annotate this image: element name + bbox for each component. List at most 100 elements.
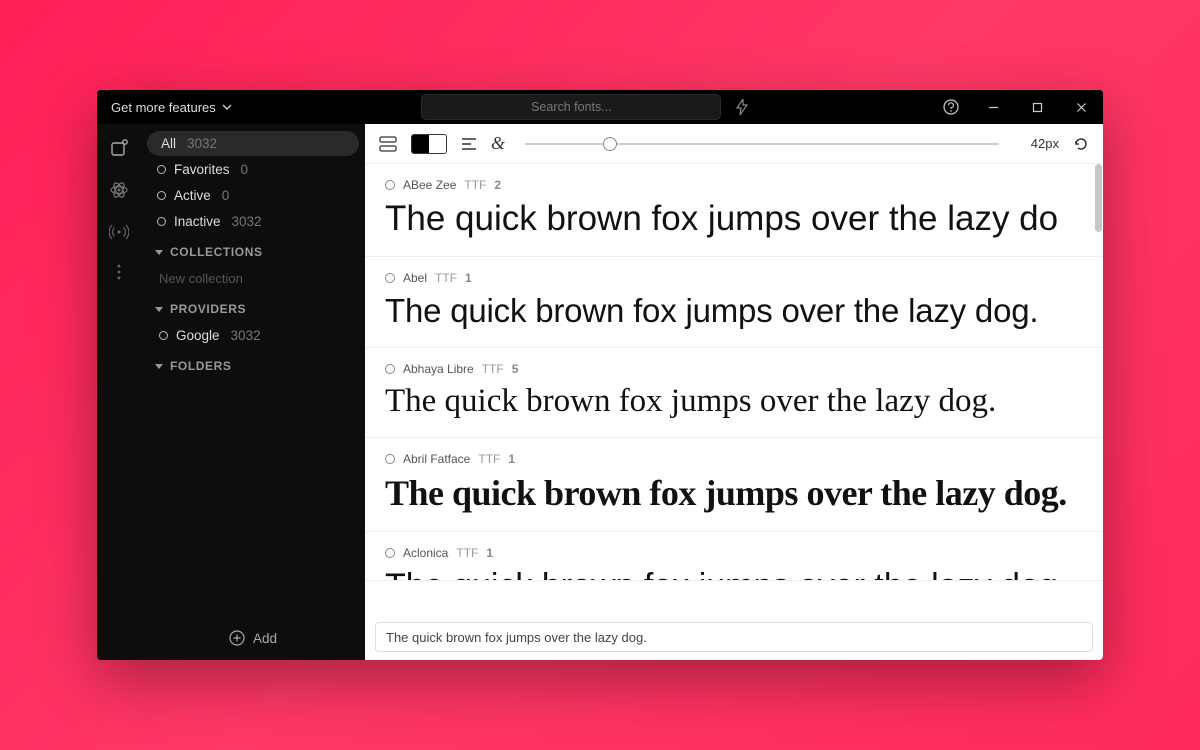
- minimize-button[interactable]: [971, 90, 1015, 124]
- scrollbar[interactable]: [1094, 164, 1103, 660]
- close-icon: [1076, 102, 1087, 113]
- section-label: FOLDERS: [170, 359, 232, 373]
- favorite-toggle[interactable]: [385, 364, 395, 374]
- maximize-button[interactable]: [1015, 90, 1059, 124]
- filter-count: 3032: [187, 136, 217, 151]
- favorite-toggle[interactable]: [385, 273, 395, 283]
- font-row[interactable]: Abril Fatface TTF 1 The quick brown fox jum…: [365, 438, 1103, 532]
- size-slider[interactable]: [519, 143, 1005, 145]
- font-meta: Abel TTF 1: [385, 271, 1083, 285]
- main-panel: & 42px ABee ZeeTTF2The quick brown fox j…: [365, 124, 1103, 660]
- circle-icon: [157, 217, 166, 226]
- font-name: ABee Zee: [403, 178, 456, 192]
- get-more-features-button[interactable]: Get more features: [97, 90, 246, 124]
- broadcast-icon: [109, 222, 129, 242]
- circle-icon: [157, 165, 166, 174]
- sidebar-filter-active[interactable]: Active 0: [147, 183, 359, 208]
- filter-label: Active: [174, 188, 211, 203]
- favorite-toggle[interactable]: [385, 454, 395, 464]
- theme-swatch-icon: [411, 134, 447, 154]
- font-name: Abel: [403, 271, 427, 285]
- sidebar-filter-all[interactable]: All 3032: [147, 131, 359, 156]
- font-type: TTF: [435, 271, 457, 285]
- layout-toggle-button[interactable]: [379, 136, 397, 152]
- font-sample: The quick brown fox jumps over the lazy …: [385, 472, 1083, 515]
- rail-radar-button[interactable]: [109, 222, 129, 242]
- font-name: Abril Fatface: [403, 452, 470, 466]
- provider-google[interactable]: Google3032: [141, 322, 365, 349]
- new-collection-button[interactable]: New collection: [141, 265, 365, 292]
- filter-count: 0: [222, 188, 230, 203]
- help-button[interactable]: [931, 99, 971, 115]
- font-name: Abhaya Libre: [403, 362, 474, 376]
- font-style-count: 5: [512, 362, 519, 376]
- font-row[interactable]: Abhaya Libre TTF 5 The quick brown fox jump…: [365, 348, 1103, 439]
- font-type: TTF: [464, 178, 486, 192]
- filter-label: All: [161, 136, 176, 151]
- font-type: TTF: [456, 546, 478, 560]
- section-collections[interactable]: COLLECTIONS: [141, 235, 365, 265]
- preview-toolbar: & 42px: [365, 124, 1103, 164]
- filter-count: 3032: [232, 214, 262, 229]
- sample-text-input[interactable]: The quick brown fox jumps over the lazy …: [375, 622, 1093, 652]
- circle-icon: [157, 191, 166, 200]
- favorite-toggle[interactable]: [385, 548, 395, 558]
- align-button[interactable]: [461, 137, 477, 151]
- font-row[interactable]: AclonicaTTF1The quick brown fox jumps ov…: [365, 532, 1103, 581]
- font-row[interactable]: Abel TTF 1 The quick brown fox jumps over t…: [365, 257, 1103, 348]
- circle-icon: [159, 331, 168, 340]
- app-body: All 3032 Favorites 0 Active 0 Inactive3032 COL…: [97, 124, 1103, 660]
- font-sample: The quick brown fox jumps over the lazy …: [385, 291, 1083, 331]
- sidebar: All 3032 Favorites 0 Active 0 Inactive3032 COL…: [141, 124, 365, 660]
- section-label: COLLECTIONS: [170, 245, 263, 259]
- close-button[interactable]: [1059, 90, 1103, 124]
- provider-count: 3032: [231, 328, 261, 343]
- font-sample: The quick brown fox jumps over the lazy …: [385, 566, 1083, 580]
- reset-button[interactable]: [1073, 136, 1089, 152]
- app-window: Get more features Search fonts...: [97, 90, 1103, 660]
- filter-label: Favorites: [174, 162, 230, 177]
- font-name: Aclonica: [403, 546, 448, 560]
- undo-icon: [1073, 136, 1089, 152]
- sidebar-filter-favorites[interactable]: Favorites 0: [147, 157, 359, 182]
- font-type: TTF: [478, 452, 500, 466]
- section-label: PROVIDERS: [170, 302, 246, 316]
- font-sample: The quick brown fox jumps over the lazy …: [385, 382, 1083, 422]
- chevron-down-icon: [222, 104, 232, 110]
- plus-circle-icon: [229, 630, 245, 646]
- scrollbar-thumb[interactable]: [1095, 164, 1102, 232]
- search-input[interactable]: Search fonts...: [421, 94, 721, 120]
- font-type: TTF: [482, 362, 504, 376]
- theme-toggle-button[interactable]: [411, 134, 447, 154]
- font-meta: Abhaya Libre TTF 5: [385, 362, 1083, 376]
- font-meta: Abril Fatface TTF 1: [385, 452, 1083, 466]
- rows-icon: [379, 136, 397, 152]
- font-sample: The quick brown fox jumps over the lazy …: [385, 198, 1083, 240]
- section-providers[interactable]: PROVIDERS: [141, 292, 365, 322]
- favorite-toggle[interactable]: [385, 180, 395, 190]
- font-row[interactable]: ABee ZeeTTF2The quick brown fox jumps ov…: [365, 164, 1103, 257]
- font-style-count: 1: [465, 271, 472, 285]
- minimize-icon: [988, 102, 999, 113]
- rail-fonts-button[interactable]: [109, 138, 129, 158]
- dots-vertical-icon: [117, 264, 121, 280]
- add-button[interactable]: Add: [141, 616, 365, 660]
- add-label: Add: [253, 631, 277, 646]
- triangle-down-icon: [155, 307, 163, 312]
- bolt-icon[interactable]: [729, 94, 755, 120]
- cube-icon: [109, 138, 129, 158]
- filter-count: 0: [241, 162, 249, 177]
- maximize-icon: [1032, 102, 1043, 113]
- align-left-icon: [461, 137, 477, 151]
- titlebar: Get more features Search fonts...: [97, 90, 1103, 124]
- rail-more-button[interactable]: [117, 264, 121, 280]
- font-list: ABee ZeeTTF2The quick brown fox jumps ov…: [365, 164, 1103, 660]
- glyphs-button[interactable]: &: [491, 133, 505, 154]
- font-style-count: 1: [508, 452, 515, 466]
- rail-atom-button[interactable]: [109, 180, 129, 200]
- font-meta: ABee ZeeTTF2: [385, 178, 1083, 192]
- sample-text-value: The quick brown fox jumps over the lazy …: [386, 630, 647, 645]
- sidebar-filter-inactive[interactable]: Inactive3032: [147, 209, 359, 234]
- slider-thumb[interactable]: [603, 137, 617, 151]
- section-folders[interactable]: FOLDERS: [141, 349, 365, 379]
